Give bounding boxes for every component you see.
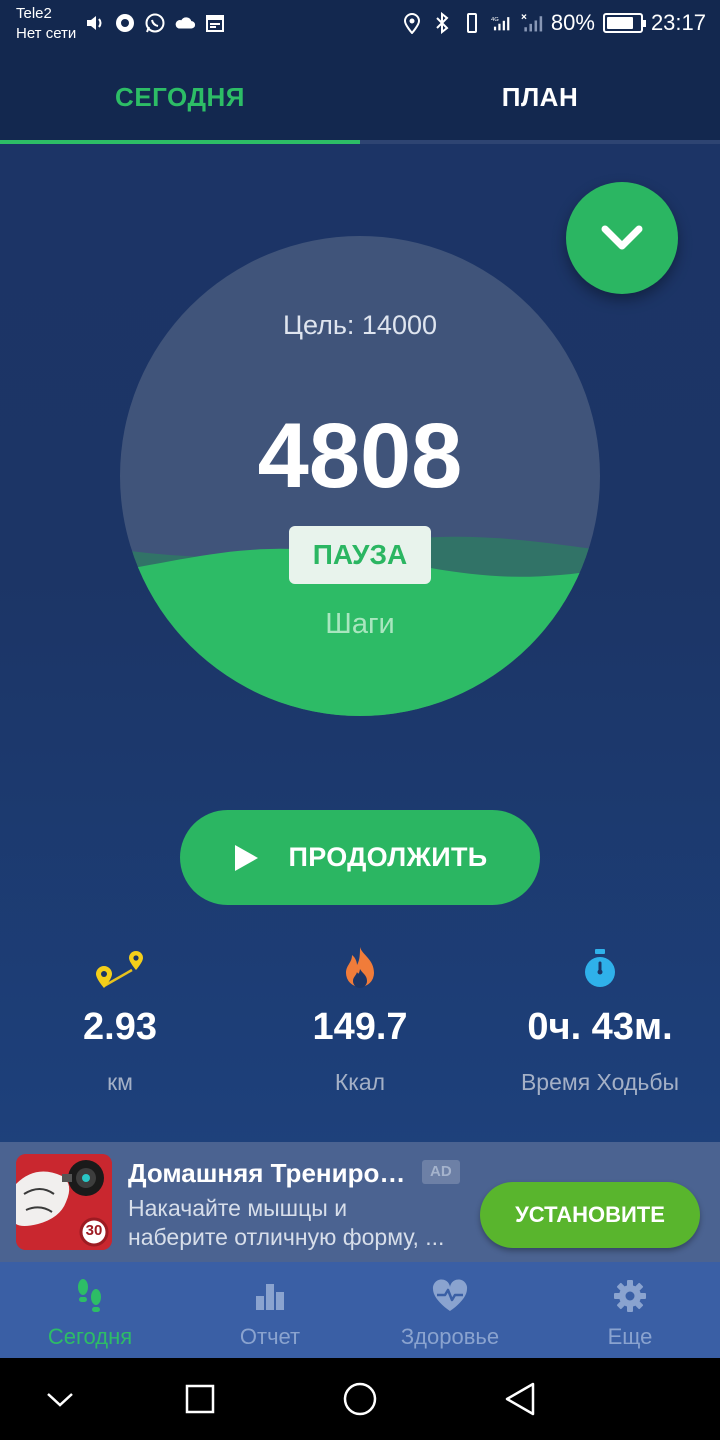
system-nav-bar xyxy=(0,1358,720,1440)
carrier-info: Tele2 Нет сети xyxy=(16,4,76,44)
location-icon xyxy=(401,11,423,35)
distance-value: 2.93 xyxy=(83,1006,157,1048)
pause-badge: ПАУЗА xyxy=(289,526,431,584)
status-bar: Tele2 Нет сети 4G 80% 23:17 xyxy=(0,0,720,52)
ad-title[interactable]: Домашняя Тренировка xyxy=(128,1158,418,1189)
nav-more[interactable]: Еще xyxy=(540,1262,720,1358)
ad-description-line1: Накачайте мышцы и xyxy=(128,1195,348,1221)
calories-label: Ккал xyxy=(334,1069,386,1095)
square-icon xyxy=(185,1384,215,1414)
stopwatch-icon xyxy=(480,940,720,996)
ad-banner[interactable]: 30 Домашняя Тренировка AD Накачайте мышц… xyxy=(0,1142,720,1262)
network-status: Нет сети xyxy=(16,25,77,42)
hide-keyboard-button[interactable] xyxy=(35,1374,85,1424)
nav-today-label: Сегодня xyxy=(47,1324,133,1349)
top-tabs: СЕГОДНЯ ПЛАН xyxy=(0,52,720,144)
cloud-icon xyxy=(174,12,196,34)
triangle-back-icon xyxy=(505,1382,535,1416)
clock: 23:17 xyxy=(650,10,706,35)
tab-today[interactable]: СЕГОДНЯ xyxy=(0,52,360,142)
carrier-name: Tele2 xyxy=(16,5,52,22)
stat-walk-time: 0ч. 43м. Время Ходьбы xyxy=(480,940,720,1096)
walk-time-label: Время Ходьбы xyxy=(520,1069,680,1095)
system-status-icons: 4G 80% 23:17 xyxy=(401,10,706,36)
svg-text:4G: 4G xyxy=(491,17,499,23)
signal-icon xyxy=(521,11,543,35)
step-progress-circle: Цель: 14000 4808 ПАУЗА Шаги xyxy=(120,236,600,716)
steps-count: 4808 xyxy=(257,405,463,507)
gear-icon xyxy=(540,1274,720,1318)
record-icon xyxy=(114,12,136,34)
footprints-icon xyxy=(0,1274,180,1318)
bar-chart-icon xyxy=(180,1274,360,1318)
ad-install-button[interactable]: УСТАНОВИТЕ xyxy=(480,1182,700,1248)
ad-description-line2: наберите отличную форму, ... xyxy=(128,1224,445,1250)
calories-value: 149.7 xyxy=(312,1006,408,1048)
tab-plan[interactable]: ПЛАН xyxy=(360,52,720,142)
nav-health-label: Здоровье xyxy=(400,1324,500,1349)
stat-distance: 2.93 км xyxy=(0,940,240,1096)
play-icon xyxy=(234,844,258,871)
nav-health[interactable]: Здоровье xyxy=(360,1262,540,1358)
ad-description: Накачайте мышцы и наберите отличную форм… xyxy=(128,1194,458,1252)
steps-unit-label: Шаги xyxy=(325,608,395,640)
vibrate-icon xyxy=(461,11,483,35)
calendar-icon xyxy=(204,12,226,34)
stat-calories: 149.7 Ккал xyxy=(240,940,480,1096)
walk-time-value: 0ч. 43м. xyxy=(527,1006,673,1048)
ad-app-thumbnail[interactable]: 30 xyxy=(16,1154,112,1250)
nav-report-label: Отчет xyxy=(239,1324,301,1349)
tab-indicator xyxy=(0,140,360,144)
nav-report[interactable]: Отчет xyxy=(180,1262,360,1358)
home-button[interactable] xyxy=(335,1374,385,1424)
heart-pulse-icon xyxy=(360,1274,540,1318)
whatsapp-icon xyxy=(144,12,166,34)
distance-label: км xyxy=(107,1069,133,1095)
chevron-down-icon xyxy=(601,225,643,250)
battery-level xyxy=(606,17,633,29)
ad-badge: AD xyxy=(422,1160,460,1184)
recents-button[interactable] xyxy=(175,1374,225,1424)
nav-today[interactable]: Сегодня xyxy=(0,1262,180,1358)
circle-icon xyxy=(343,1382,377,1416)
bluetooth-icon xyxy=(431,11,453,35)
goal-label: Цель: 14000 xyxy=(283,310,437,340)
signal-4g-icon: 4G xyxy=(491,11,513,35)
continue-label: ПРОДОЛЖИТЬ xyxy=(288,842,488,872)
ad-thumb-badge: 30 xyxy=(85,1222,103,1239)
battery-percent: 80% xyxy=(550,10,595,35)
continue-button[interactable]: ПРОДОЛЖИТЬ xyxy=(180,810,540,905)
nav-more-label: Еще xyxy=(607,1324,653,1349)
route-pins-icon xyxy=(0,940,240,996)
bottom-nav: Сегодня Отчет Здоровье Еще xyxy=(0,1262,720,1358)
battery-icon xyxy=(602,13,646,33)
volume-icon xyxy=(84,12,106,34)
flame-icon xyxy=(240,940,480,996)
notification-icons xyxy=(84,12,226,34)
chevron-down-icon xyxy=(47,1393,73,1407)
back-button[interactable] xyxy=(495,1374,545,1424)
